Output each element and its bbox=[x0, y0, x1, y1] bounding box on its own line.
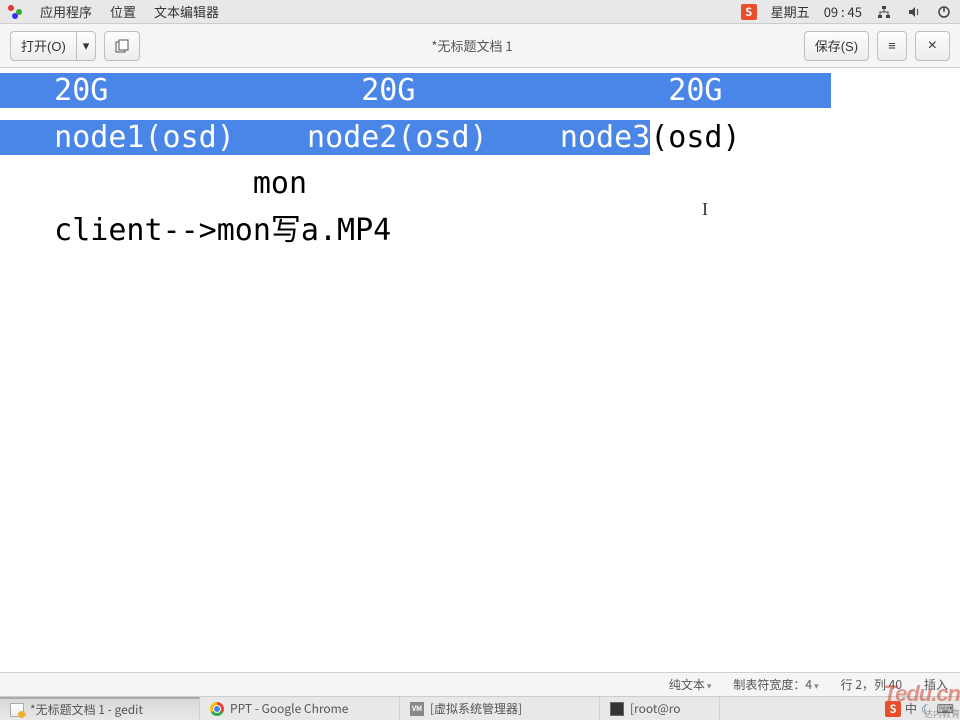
taskbar-label: [虚拟系统管理器] bbox=[430, 700, 522, 717]
text-line-2-rest: (osd) bbox=[650, 120, 740, 155]
clock-time: 09 : 45 bbox=[824, 2, 862, 21]
keyboard-icon[interactable]: ⌨ bbox=[937, 700, 954, 717]
editor-text-area[interactable]: 20G 20G 20G node1(osd) node2(osd) node3(… bbox=[0, 68, 960, 670]
network-icon[interactable] bbox=[876, 4, 892, 20]
hamburger-menu-button[interactable]: ≡ bbox=[877, 31, 907, 61]
taskbar-item-terminal[interactable]: [root@ro bbox=[600, 697, 720, 720]
desktop-top-panel: 应用程序 位置 文本编辑器 S 星期五 09 : 45 bbox=[0, 0, 960, 24]
taskbar-item-gedit[interactable]: *无标题文档 1 - gedit bbox=[0, 697, 200, 720]
status-language[interactable]: 纯文本 bbox=[669, 676, 712, 693]
taskbar-label: PPT - Google Chrome bbox=[230, 700, 348, 717]
open-dropdown-button[interactable]: ▾ bbox=[76, 31, 97, 61]
menu-text-editor[interactable]: 文本编辑器 bbox=[154, 2, 219, 21]
document-title: *无标题文档 1 bbox=[140, 36, 803, 55]
menu-applications[interactable]: 应用程序 bbox=[40, 2, 92, 21]
virt-manager-icon: VM bbox=[410, 702, 424, 716]
text-cursor-icon: I bbox=[702, 196, 704, 216]
terminal-icon bbox=[610, 702, 624, 716]
close-button[interactable]: × bbox=[915, 31, 950, 61]
open-button[interactable]: 打开(O) bbox=[10, 31, 76, 61]
taskbar-label: [root@ro bbox=[630, 700, 681, 717]
text-line-2-selected: node1(osd) node2(osd) node3 bbox=[0, 120, 650, 155]
open-button-group: 打开(O) ▾ bbox=[10, 31, 96, 61]
save-button[interactable]: 保存(S) bbox=[804, 31, 869, 61]
gedit-icon bbox=[10, 703, 24, 717]
activities-icon[interactable] bbox=[8, 5, 22, 19]
status-cursor-position: 行 2，列 40 bbox=[841, 676, 902, 693]
taskbar-item-virt-manager[interactable]: VM [虚拟系统管理器] bbox=[400, 697, 600, 720]
chrome-icon bbox=[210, 702, 224, 716]
text-line-1: 20G 20G 20G bbox=[0, 73, 831, 108]
taskbar-label: *无标题文档 1 - gedit bbox=[30, 701, 143, 718]
clock-day: 星期五 bbox=[771, 2, 810, 21]
editor-toolbar: 打开(O) ▾ *无标题文档 1 保存(S) ≡ × bbox=[0, 24, 960, 68]
sogou-tray-icon[interactable]: S bbox=[885, 701, 901, 717]
system-tray: S 中 ☾ ⌨ bbox=[879, 699, 960, 718]
editor-status-bar: 纯文本 制表符宽度：4 行 2，列 40 插入 bbox=[0, 672, 960, 696]
status-tab-width[interactable]: 制表符宽度：4 bbox=[733, 676, 818, 693]
text-line-4: mon bbox=[0, 161, 960, 208]
sogou-ime-icon[interactable]: S bbox=[741, 4, 757, 20]
new-tab-button[interactable] bbox=[104, 31, 140, 61]
status-insert-mode: 插入 bbox=[924, 676, 948, 693]
volume-icon[interactable] bbox=[906, 4, 922, 20]
taskbar-item-chrome[interactable]: PPT - Google Chrome bbox=[200, 697, 400, 720]
text-line-6: client-->mon写a.MP4 bbox=[0, 208, 960, 255]
power-icon[interactable] bbox=[936, 4, 952, 20]
menu-places[interactable]: 位置 bbox=[110, 2, 136, 21]
desktop-taskbar: *无标题文档 1 - gedit PPT - Google Chrome VM … bbox=[0, 696, 960, 720]
ime-mode[interactable]: 中 bbox=[905, 700, 917, 717]
night-mode-icon[interactable]: ☾ bbox=[921, 699, 933, 718]
